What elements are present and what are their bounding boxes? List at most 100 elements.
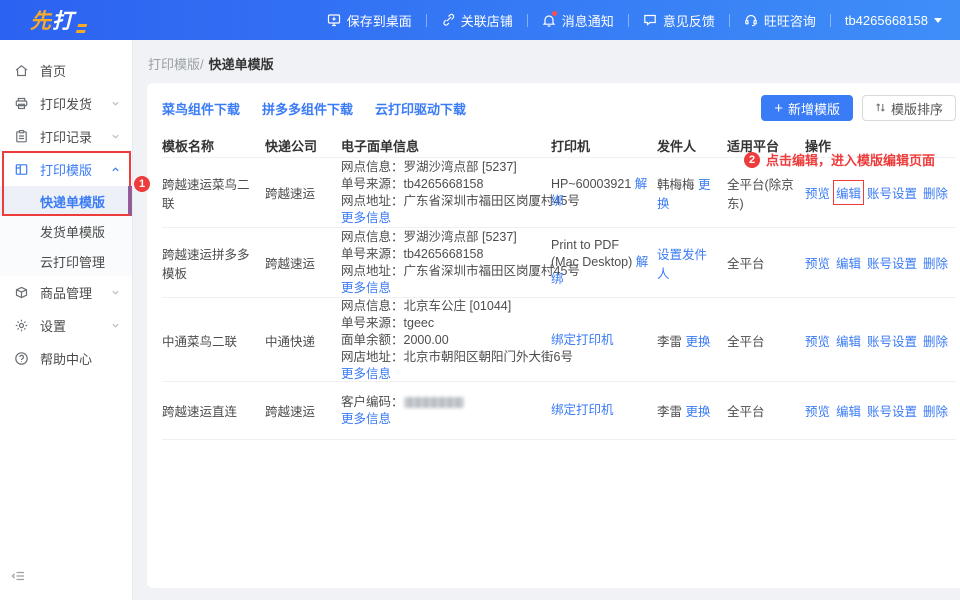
account-settings-link[interactable]: 账号设置: [867, 331, 917, 350]
template-name: 跨越速运直连: [162, 401, 265, 420]
more-info-link[interactable]: 更多信息: [341, 412, 391, 426]
link-shop-label: 关联店铺: [461, 11, 513, 30]
waybill-info: 网点信息：罗湖沙湾点部 [5237] 单号来源：tb4265668158 网点地…: [341, 229, 551, 297]
goods-icon: [14, 285, 29, 300]
edit-link[interactable]: 编辑: [836, 331, 861, 350]
sidebar-item-help-center[interactable]: 帮助中心: [0, 342, 132, 375]
account-settings-link[interactable]: 账号设置: [867, 401, 917, 420]
edit-link[interactable]: 编辑: [836, 183, 861, 202]
sort-templates-button[interactable]: 模版排序: [862, 95, 956, 121]
sidebar-item-label: 打印记录: [40, 127, 92, 146]
info-label: 客户编码：: [341, 395, 404, 409]
bind-printer-link[interactable]: 绑定打印机: [551, 403, 614, 417]
more-info-link[interactable]: 更多信息: [341, 281, 391, 295]
printer-cell: 绑定打印机: [551, 332, 657, 349]
sidebar-item-home[interactable]: 首页: [0, 54, 132, 87]
menu-fold-icon: [11, 569, 25, 588]
link-shop-button[interactable]: 关联店铺: [441, 11, 513, 30]
info-label: 单号来源：: [341, 316, 404, 330]
more-info-link[interactable]: 更多信息: [341, 367, 391, 381]
info-label: 网店地址：: [341, 350, 404, 364]
info-label: 面单余额：: [341, 333, 404, 347]
sidebar-item-goods-management[interactable]: 商品管理: [0, 276, 132, 309]
sidebar-item-settings[interactable]: 设置: [0, 309, 132, 342]
more-info-link[interactable]: 更多信息: [341, 211, 391, 225]
sidebar-subitem-express-templates[interactable]: 快递单模版: [0, 186, 132, 216]
column-header-printer: 打印机: [551, 136, 657, 155]
sender-cell: 韩梅梅 更换: [657, 174, 727, 212]
change-sender-link[interactable]: 更换: [686, 405, 711, 419]
add-template-label: 新增模版: [788, 99, 840, 118]
app-logo[interactable]: 先 打: [30, 5, 86, 35]
sidebar-subitem-cloud-print[interactable]: 云打印管理: [0, 246, 132, 276]
collapse-sidebar-button[interactable]: [11, 569, 25, 588]
delete-link[interactable]: 删除: [923, 401, 948, 420]
delete-link[interactable]: 删除: [923, 253, 948, 272]
wangwang-support-button[interactable]: 旺旺咨询: [744, 11, 816, 30]
info-value: tgeec: [404, 316, 435, 330]
cainiao-component-download-link[interactable]: 菜鸟组件下载: [162, 99, 240, 118]
sidebar-subitem-label: 云打印管理: [40, 252, 105, 271]
add-template-button[interactable]: + 新增模版: [761, 95, 853, 121]
account-settings-link[interactable]: 账号设置: [867, 183, 917, 202]
sender-cell: 设置发件人: [657, 244, 727, 282]
divider: [830, 14, 831, 27]
printer-cell: HP~60003921 解绑: [551, 176, 657, 210]
waybill-info: 客户编码： 更多信息: [341, 394, 551, 428]
sender-name: 李雷: [657, 405, 682, 419]
feedback-button[interactable]: 意见反馈: [643, 11, 715, 30]
column-header-waybill-info: 电子面单信息: [341, 136, 551, 155]
set-sender-link[interactable]: 设置发件人: [657, 248, 707, 281]
row-actions: 预览 编辑 账号设置 删除: [805, 183, 956, 202]
preview-link[interactable]: 预览: [805, 253, 830, 272]
cloud-print-driver-download-link[interactable]: 云打印驱动下载: [375, 99, 466, 118]
column-header-courier: 快递公司: [265, 136, 341, 155]
row-actions: 预览 编辑 账号设置 删除: [805, 253, 956, 272]
pdd-component-download-link[interactable]: 拼多多组件下载: [262, 99, 353, 118]
main-content: 打印模版/ 快递单模版 菜鸟组件下载 拼多多组件下载 云打印驱动下载 + 新增模…: [133, 40, 960, 600]
platform-value: 全平台(除京东): [727, 174, 805, 212]
chevron-down-icon: [934, 18, 942, 23]
save-to-desktop-button[interactable]: 保存到桌面: [327, 11, 412, 30]
preview-link[interactable]: 预览: [805, 331, 830, 350]
sender-name: 李雷: [657, 335, 682, 349]
account-menu[interactable]: tb4265668158: [845, 13, 942, 28]
info-value: tb4265668158: [404, 177, 484, 191]
preview-link[interactable]: 预览: [805, 183, 830, 202]
info-label: 单号来源：: [341, 247, 404, 261]
save-to-desktop-label: 保存到桌面: [347, 11, 412, 30]
courier-name: 中通快递: [265, 331, 341, 350]
feedback-label: 意见反馈: [663, 11, 715, 30]
courier-name: 跨越速运: [265, 401, 341, 420]
platform-value: 全平台: [727, 331, 805, 350]
table-row: 跨越速运直连 跨越速运 客户编码： 更多信息 绑定打印机 李雷 更换 全平台: [162, 382, 956, 440]
account-settings-link[interactable]: 账号设置: [867, 253, 917, 272]
chevron-up-icon: [111, 165, 120, 174]
info-label: 网点信息：: [341, 230, 404, 244]
delete-link[interactable]: 删除: [923, 331, 948, 350]
printer-name: HP~60003921: [551, 177, 631, 191]
sidebar: 首页 打印发货 打印记录: [0, 40, 133, 600]
bind-printer-link[interactable]: 绑定打印机: [551, 333, 614, 347]
edit-link[interactable]: 编辑: [836, 253, 861, 272]
edit-link[interactable]: 编辑: [836, 401, 861, 420]
sidebar-subitem-shipping-templates[interactable]: 发货单模版: [0, 216, 132, 246]
change-sender-link[interactable]: 更换: [686, 335, 711, 349]
platform-value: 全平台: [727, 401, 805, 420]
breadcrumb-parent[interactable]: 打印模版/: [148, 54, 204, 73]
sidebar-subitem-label: 发货单模版: [40, 222, 105, 241]
chevron-down-icon: [111, 288, 120, 297]
delete-link[interactable]: 删除: [923, 183, 948, 202]
sidebar-item-print-records[interactable]: 打印记录: [0, 120, 132, 153]
sidebar-item-print-ship[interactable]: 打印发货: [0, 87, 132, 120]
table-row: 跨越速运拼多多模板 跨越速运 网点信息：罗湖沙湾点部 [5237] 单号来源：t…: [162, 228, 956, 298]
notifications-button[interactable]: 消息通知: [542, 11, 614, 30]
template-name: 跨越速运拼多多模板: [162, 244, 265, 282]
sidebar-item-print-templates[interactable]: 打印模版: [0, 153, 132, 186]
preview-link[interactable]: 预览: [805, 401, 830, 420]
info-value: 北京车公庄 [01044]: [404, 299, 512, 313]
template-name: 中通菜鸟二联: [162, 331, 265, 350]
sender-cell: 李雷 更换: [657, 331, 727, 350]
waybill-info: 网点信息：北京车公庄 [01044] 单号来源：tgeec 面单余额：2000.…: [341, 298, 551, 383]
info-value: 2000.00: [404, 333, 449, 347]
